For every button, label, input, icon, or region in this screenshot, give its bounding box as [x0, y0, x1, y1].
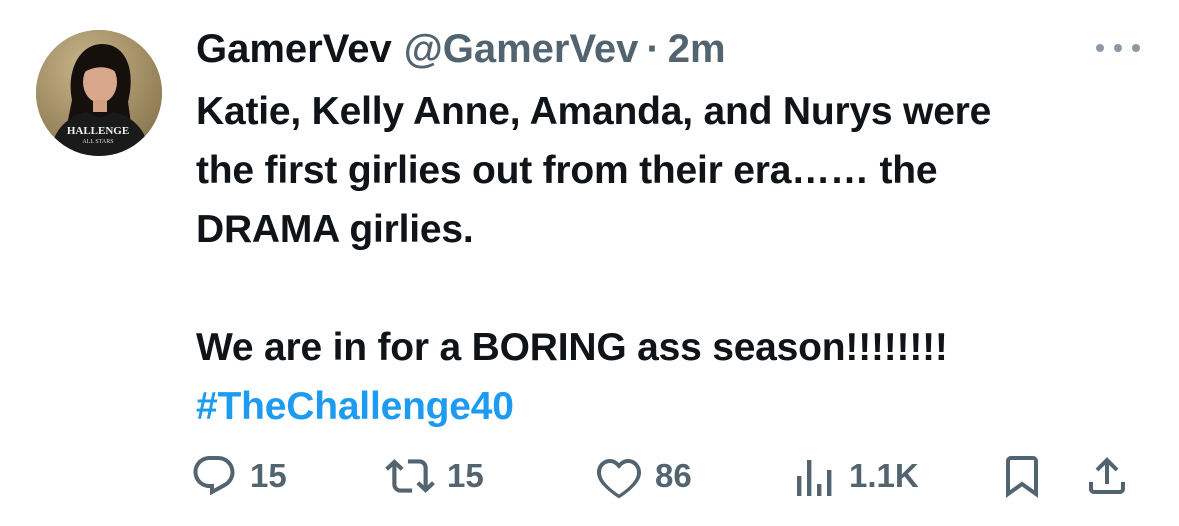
reply-bubble-icon — [193, 456, 235, 496]
tweet-line: Katie, Kelly Anne, Amanda, and Nurys wer… — [196, 90, 992, 133]
tweet-line: We are in for a BORING ass season!!!!!!!… — [196, 326, 948, 369]
more-dot — [1114, 44, 1122, 52]
retweet-button[interactable]: 15 — [385, 448, 484, 504]
bookmark-icon — [1006, 456, 1038, 498]
tweet-card: HALLENGE ALL STARS GamerVev @GamerVev · … — [0, 0, 1179, 526]
user-handle[interactable]: @GamerVev — [404, 24, 639, 74]
avatar-image: HALLENGE ALL STARS — [36, 30, 162, 156]
reply-count: 15 — [250, 457, 287, 494]
hashtag-link[interactable]: #TheChallenge40 — [196, 377, 1156, 436]
tweet-actions: 15 15 86 1.1K — [190, 448, 1140, 504]
more-dots-icon[interactable] — [1096, 38, 1140, 58]
reply-button[interactable]: 15 — [190, 448, 287, 504]
avatar[interactable]: HALLENGE ALL STARS — [36, 30, 162, 156]
tweet-text: Katie, Kelly Anne, Amanda, and Nurys wer… — [196, 82, 1156, 436]
heart-icon — [597, 458, 641, 499]
more-dot — [1132, 44, 1140, 52]
views-count: 1.1K — [849, 457, 919, 494]
like-button[interactable]: 86 — [595, 448, 692, 504]
like-count: 86 — [655, 457, 692, 494]
retweet-icon — [385, 459, 435, 493]
share-upload-icon — [1089, 457, 1125, 494]
tweet-line: DRAMA girlies. — [196, 208, 474, 251]
display-name[interactable]: GamerVev — [196, 24, 392, 74]
header-separator: · — [646, 27, 660, 71]
more-dot — [1096, 44, 1104, 52]
avatar-shirt-text: HALLENGE — [67, 125, 129, 137]
views-bars-icon — [797, 460, 832, 496]
tweet-timestamp[interactable]: 2m — [668, 24, 726, 74]
share-button[interactable] — [1083, 448, 1131, 504]
tweet-line: the first girlies out from their era…… t… — [196, 149, 938, 192]
avatar-shirt-subtext: ALL STARS — [82, 139, 113, 145]
retweet-count: 15 — [447, 457, 484, 494]
views-button[interactable]: 1.1K — [793, 448, 919, 504]
bookmark-button[interactable] — [998, 448, 1046, 504]
tweet-header: GamerVev @GamerVev · 2m — [196, 24, 726, 74]
